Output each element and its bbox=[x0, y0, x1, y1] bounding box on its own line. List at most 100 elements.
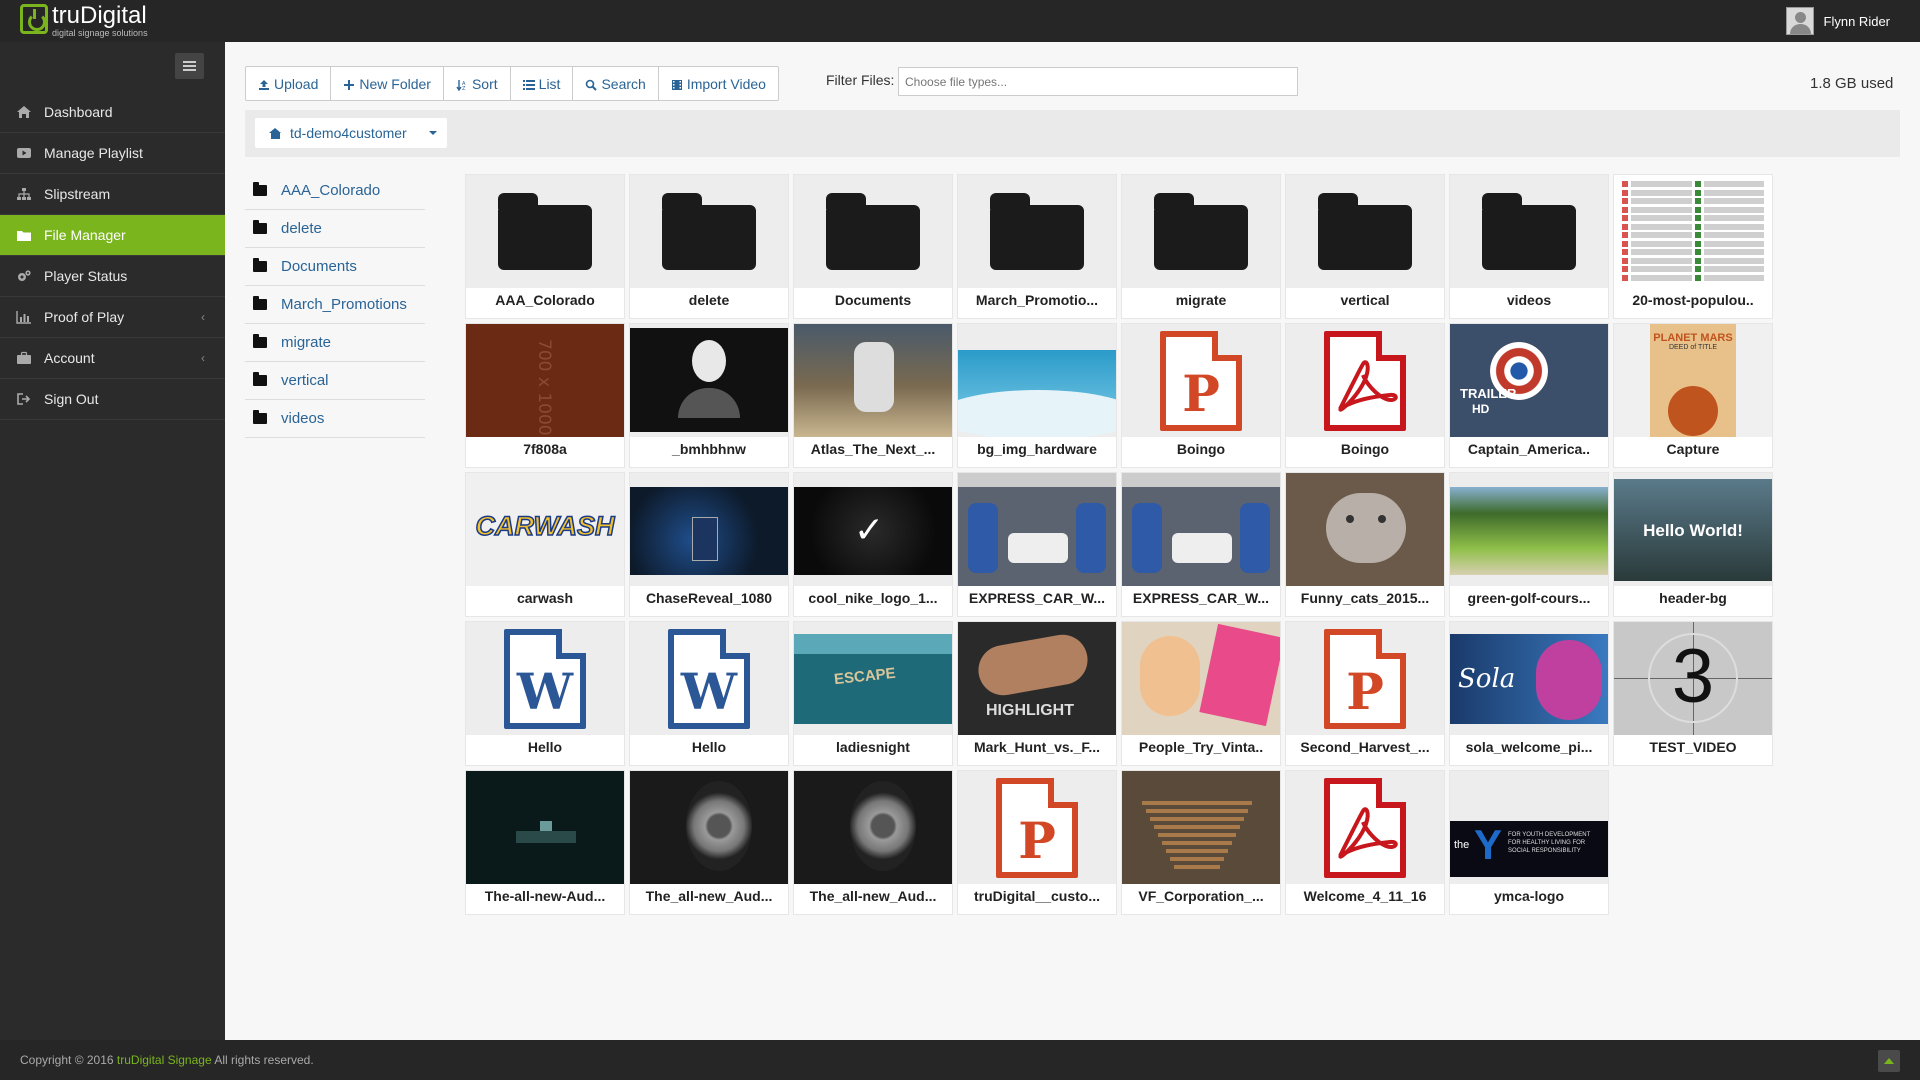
file-tile[interactable]: VF_Corporation_... bbox=[1121, 770, 1281, 915]
user-menu[interactable]: Flynn Rider bbox=[1785, 7, 1890, 35]
file-tile[interactable]: People_Try_Vinta.. bbox=[1121, 621, 1281, 766]
avatar[interactable] bbox=[1785, 7, 1814, 35]
list-label: List bbox=[538, 75, 561, 92]
file-tile[interactable]: The_all-new_Aud... bbox=[793, 770, 953, 915]
folder-tile[interactable]: Documents bbox=[793, 174, 953, 319]
file-name: header-bg bbox=[1659, 590, 1727, 606]
file-tile[interactable]: _bmhbhnw bbox=[629, 323, 789, 468]
file-tile[interactable]: W Hello bbox=[465, 621, 625, 766]
storage-usage: 1.8 GB used bbox=[1810, 75, 1894, 92]
file-tile[interactable]: Welcome_4_11_16 bbox=[1285, 770, 1445, 915]
upload-button[interactable]: Upload bbox=[246, 67, 332, 100]
folder-tree-item[interactable]: videos bbox=[245, 400, 425, 438]
thumb-overlay-text: ✓ bbox=[854, 509, 885, 550]
new-folder-label: New Folder bbox=[359, 75, 431, 92]
file-tile[interactable]: the Y FOR YOUTH DEVELOPMENT FOR HEALTHY LI… bbox=[1449, 770, 1609, 915]
top-bar: truDigital digital signage solutions Fly… bbox=[0, 0, 1920, 42]
menu-toggle-button[interactable] bbox=[175, 53, 204, 79]
sidebar-item-dashboard[interactable]: Dashboard bbox=[0, 92, 225, 133]
file-name: March_Promotio... bbox=[975, 292, 1099, 308]
file-tile[interactable]: Hello World! header-bg bbox=[1613, 472, 1773, 617]
folder-tree-item[interactable]: vertical bbox=[245, 362, 425, 400]
file-tile[interactable]: CARWASH carwash bbox=[465, 472, 625, 617]
sidebar-item-file-manager[interactable]: File Manager bbox=[0, 215, 225, 256]
folder-tree-item[interactable]: AAA_Colorado bbox=[245, 172, 425, 210]
sidebar-item-proof-of-play[interactable]: Proof of Play ‹ bbox=[0, 297, 225, 338]
file-tile[interactable]: HIGHLIGHT Mark_Hunt_vs._F... bbox=[957, 621, 1117, 766]
sidebar-item-sign-out[interactable]: Sign Out bbox=[0, 379, 225, 420]
breadcrumb-folder-dropdown[interactable]: td-demo4customer bbox=[255, 118, 447, 148]
sidebar-item-label: Proof of Play bbox=[44, 309, 125, 325]
file-thumbnail: Sola bbox=[1450, 622, 1608, 735]
folder-tree-item[interactable]: Documents bbox=[245, 248, 425, 286]
thumb-overlay-text: the bbox=[1454, 839, 1470, 851]
file-tile[interactable]: The-all-new-Aud... bbox=[465, 770, 625, 915]
pdf-document-icon bbox=[1324, 330, 1406, 431]
sidebar-item-manage-playlist[interactable]: Manage Playlist bbox=[0, 133, 225, 174]
import-video-button[interactable]: Import Video bbox=[659, 67, 778, 100]
thumb-overlay-text: ESCAPE bbox=[833, 664, 897, 689]
file-name: videos bbox=[1506, 292, 1552, 308]
file-tile[interactable]: Funny_cats_2015... bbox=[1285, 472, 1445, 617]
sidebar-item-label: Account bbox=[44, 350, 95, 366]
scroll-to-top-button[interactable] bbox=[1878, 1050, 1900, 1072]
sort-button[interactable]: AZ Sort bbox=[444, 67, 511, 100]
filter-files-input[interactable] bbox=[898, 67, 1298, 96]
thumb-overlay-text: CARWASH bbox=[475, 510, 616, 542]
sidebar-item-account[interactable]: Account ‹ bbox=[0, 338, 225, 379]
folder-tree-item[interactable]: March_Promotions bbox=[245, 286, 425, 324]
file-tile[interactable]: Atlas_The_Next_... bbox=[793, 323, 953, 468]
sidebar-item-slipstream[interactable]: Slipstream bbox=[0, 174, 225, 215]
folder-tree-item[interactable]: migrate bbox=[245, 324, 425, 362]
file-tile[interactable]: ESCAPE ladiesnight bbox=[793, 621, 953, 766]
file-tile[interactable]: EXPRESS_CAR_W... bbox=[1121, 472, 1281, 617]
folder-icon bbox=[253, 258, 267, 272]
file-tile[interactable]: P Boingo bbox=[1121, 323, 1281, 468]
file-thumbnail: P bbox=[1286, 622, 1444, 735]
footer-brand-link[interactable]: truDigital Signage bbox=[117, 1053, 212, 1067]
user-name[interactable]: Flynn Rider bbox=[1824, 14, 1890, 29]
upload-label: Upload bbox=[274, 75, 319, 92]
file-tile[interactable]: Boingo bbox=[1285, 323, 1445, 468]
search-button[interactable]: Search bbox=[573, 67, 659, 100]
thumb-overlay-text: FOR YOUTH DEVELOPMENT FOR HEALTHY LIVING… bbox=[1508, 832, 1591, 854]
file-tile[interactable]: PtruDigital__custo... bbox=[957, 770, 1117, 915]
file-tile[interactable]: PLANET MARS DEED of TITLE Capture bbox=[1613, 323, 1773, 468]
file-tile[interactable]: 20-most-populou.. bbox=[1613, 174, 1773, 319]
file-thumbnail bbox=[1286, 771, 1444, 884]
file-tile[interactable]: The_all-new_Aud... bbox=[629, 770, 789, 915]
breadcrumb-current: td-demo4customer bbox=[290, 125, 407, 141]
file-thumbnail bbox=[630, 771, 788, 884]
file-thumbnail: PLANET MARS DEED of TITLE bbox=[1614, 324, 1772, 437]
folder-tile[interactable]: videos bbox=[1449, 174, 1609, 319]
file-thumbnail bbox=[1450, 473, 1608, 586]
list-view-button[interactable]: List bbox=[511, 67, 574, 100]
search-icon bbox=[585, 78, 598, 91]
folder-tile[interactable]: delete bbox=[629, 174, 789, 319]
file-tile[interactable]: ChaseReveal_1080 bbox=[629, 472, 789, 617]
file-name: The-all-new-Aud... bbox=[484, 888, 606, 904]
footer: Copyright © 2016 truDigital Signage All … bbox=[0, 1040, 1920, 1080]
folder-tile[interactable]: AAA_Colorado bbox=[465, 174, 625, 319]
sidebar-item-player-status[interactable]: Player Status bbox=[0, 256, 225, 297]
file-tile[interactable]: EXPRESS_CAR_W... bbox=[957, 472, 1117, 617]
file-tile[interactable]: green-golf-cours... bbox=[1449, 472, 1609, 617]
trudigital-logo[interactable]: truDigital digital signage solutions bbox=[20, 4, 148, 38]
file-tile[interactable]: TRAILER HD Captain_America.. bbox=[1449, 323, 1609, 468]
file-thumbnail: P bbox=[1122, 324, 1280, 437]
file-tile[interactable]: bg_img_hardware bbox=[957, 323, 1117, 468]
file-tile[interactable]: 700 x 1000 7f808a bbox=[465, 323, 625, 468]
new-folder-button[interactable]: New Folder bbox=[331, 67, 444, 100]
folder-tree-item[interactable]: delete bbox=[245, 210, 425, 248]
file-tile[interactable]: P Second_Harvest_... bbox=[1285, 621, 1445, 766]
folder-tile[interactable]: vertical bbox=[1285, 174, 1445, 319]
file-tile[interactable]: W Hello bbox=[629, 621, 789, 766]
file-name: bg_img_hardware bbox=[977, 441, 1097, 457]
file-toolbar: Upload New Folder AZ Sort List Search Im… bbox=[245, 66, 779, 101]
file-tile[interactable]: ✓ cool_nike_logo_1... bbox=[793, 472, 953, 617]
folder-tile[interactable]: migrate bbox=[1121, 174, 1281, 319]
folder-tile[interactable]: March_Promotio... bbox=[957, 174, 1117, 319]
folder-icon bbox=[826, 193, 920, 270]
file-tile[interactable]: 3 TEST_VIDEO bbox=[1613, 621, 1773, 766]
file-tile[interactable]: Sola sola_welcome_pi... bbox=[1449, 621, 1609, 766]
